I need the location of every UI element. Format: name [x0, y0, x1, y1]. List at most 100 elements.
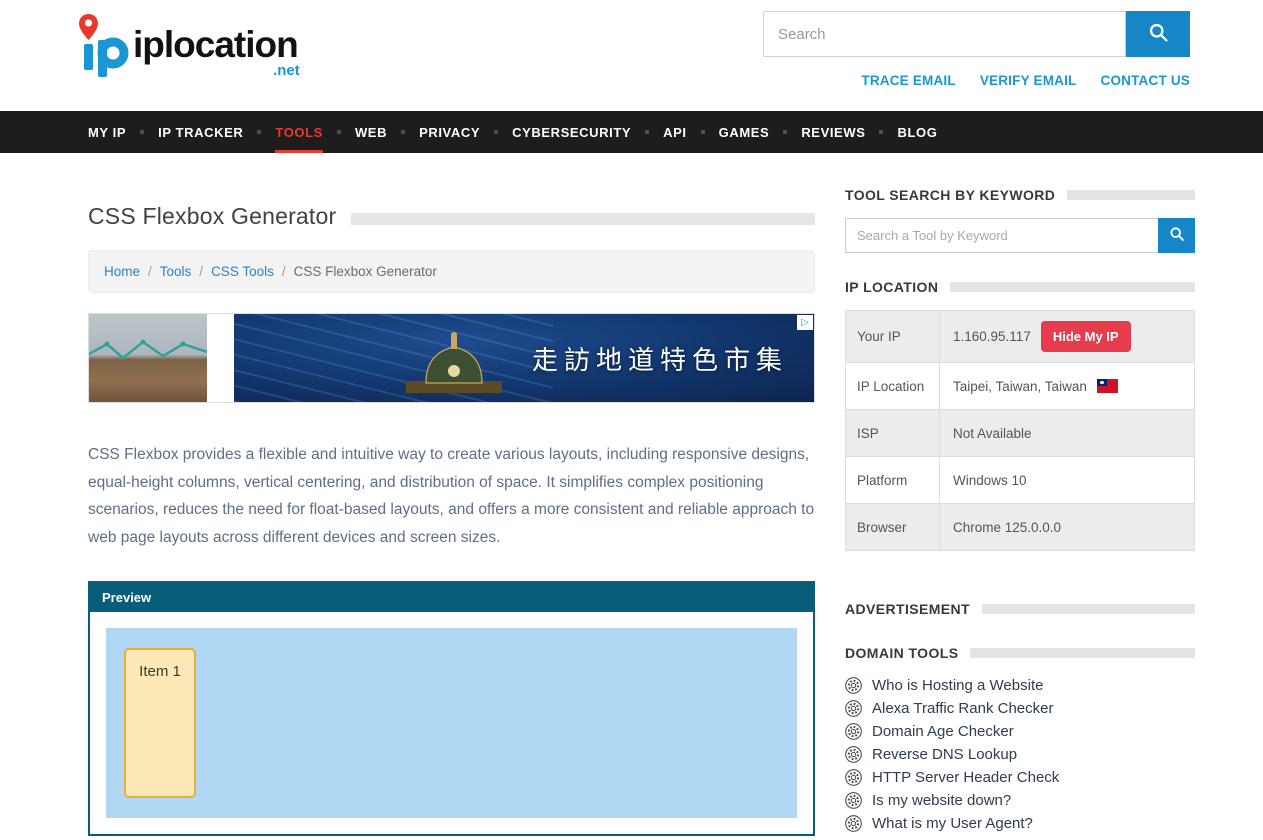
list-item: Alexa Traffic Rank Checker	[845, 700, 1195, 717]
page-description: CSS Flexbox provides a flexible and intu…	[88, 441, 815, 551]
nav-item-ip-tracker[interactable]: IP TRACKER	[158, 111, 243, 153]
search-icon	[1169, 226, 1185, 245]
domain-tool-link[interactable]: Alexa Traffic Rank Checker	[872, 701, 1053, 717]
platform-value: Windows 10	[953, 473, 1027, 488]
logo-pin-icon	[78, 12, 130, 83]
header-links: TRACE EMAIL VERIFY EMAIL CONTACT US	[763, 73, 1190, 88]
gear-icon	[845, 792, 862, 809]
ad-photo	[89, 314, 207, 402]
breadcrumb: Home/Tools/CSS Tools/CSS Flexbox Generat…	[88, 250, 815, 293]
domain-tool-link[interactable]: Who is Hosting a Website	[872, 678, 1043, 694]
site-header: iplocation .net TRACE EMAIL VERIFY EMAIL…	[0, 0, 1263, 111]
nav-item-privacy[interactable]: PRIVACY	[419, 111, 480, 153]
breadcrumb-current: CSS Flexbox Generator	[294, 264, 437, 279]
table-row: Browser Chrome 125.0.0.0	[846, 504, 1194, 550]
table-row: Your IP 1.160.95.117 Hide My IP	[846, 311, 1194, 363]
adchoices-icon[interactable]: ▷	[797, 315, 813, 330]
nav-separator	[701, 130, 705, 134]
site-search-input[interactable]	[763, 11, 1126, 57]
main-column: CSS Flexbox Generator Home / Tools / CSS Too…	[88, 203, 815, 838]
content-area: CSS Flexbox Generator Home / Tools / CSS Too…	[0, 203, 1263, 838]
gear-icon	[845, 769, 862, 786]
ad-creative: 走訪地道特色市集 ▷	[234, 314, 814, 402]
list-item: HTTP Server Header Check	[845, 769, 1195, 786]
nav-separator	[337, 130, 341, 134]
breadcrumb-separator: /	[148, 264, 152, 279]
ip-row-label: Platform	[846, 457, 940, 503]
table-row: IP Location Taipei, Taiwan, Taiwan	[846, 363, 1194, 410]
ad-gap	[207, 314, 234, 402]
gear-icon	[845, 700, 862, 717]
site-logo[interactable]: iplocation .net	[78, 12, 298, 83]
tool-search-button[interactable]	[1158, 218, 1195, 253]
list-item: Is my website down?	[845, 792, 1195, 809]
tool-search-heading: TOOL SEARCH BY KEYWORD	[845, 187, 1055, 203]
site-search-button[interactable]	[1126, 11, 1190, 57]
contact-us-link[interactable]: CONTACT US	[1101, 73, 1191, 88]
nav-separator	[401, 130, 405, 134]
heading-decoration-bar	[970, 648, 1195, 658]
domain-tool-link[interactable]: Is my website down?	[872, 793, 1011, 809]
ip-row-label: Browser	[846, 504, 940, 550]
heading-decoration-bar	[950, 282, 1195, 292]
nav-item-tools[interactable]: TOOLS	[275, 111, 323, 153]
ad-headline: 走訪地道特色市集	[532, 340, 788, 377]
domain-tools-heading: DOMAIN TOOLS	[845, 645, 958, 661]
ip-row-label: IP Location	[846, 363, 940, 409]
nav-item-cybersecurity[interactable]: CYBERSECURITY	[512, 111, 631, 153]
nav-separator	[783, 130, 787, 134]
domain-tool-link[interactable]: What is my User Agent?	[872, 816, 1033, 832]
breadcrumb-home[interactable]: Home	[104, 264, 140, 279]
domain-tool-link[interactable]: Domain Age Checker	[872, 724, 1014, 740]
nav-item-games[interactable]: GAMES	[719, 111, 770, 153]
list-item: Who is Hosting a Website	[845, 677, 1195, 694]
nav-separator	[494, 130, 498, 134]
flex-item-1[interactable]: Item 1	[124, 648, 196, 798]
nav-item-web[interactable]: WEB	[355, 111, 387, 153]
ip-location-value: Taipei, Taiwan, Taiwan	[953, 379, 1087, 394]
table-row: ISP Not Available	[846, 410, 1194, 457]
tool-search-input[interactable]	[845, 218, 1158, 253]
nav-item-blog[interactable]: BLOG	[897, 111, 937, 153]
list-item: Reverse DNS Lookup	[845, 746, 1195, 763]
page-title: CSS Flexbox Generator	[88, 203, 336, 230]
table-row: Platform Windows 10	[846, 457, 1194, 504]
nav-separator	[140, 130, 144, 134]
hide-my-ip-button[interactable]: Hide My IP	[1041, 321, 1131, 352]
header-search-area: TRACE EMAIL VERIFY EMAIL CONTACT US	[763, 11, 1190, 88]
logo-tld: .net	[273, 63, 300, 78]
gear-icon	[845, 746, 862, 763]
heading-decoration-bar	[982, 604, 1195, 614]
nav-separator	[879, 130, 883, 134]
gear-icon	[845, 815, 862, 832]
title-decoration-bar	[351, 213, 815, 225]
domain-tools-list: Who is Hosting a Website Alexa Traffic R…	[845, 677, 1195, 832]
verify-email-link[interactable]: VERIFY EMAIL	[980, 73, 1077, 88]
preview-panel: Preview Item 1	[88, 581, 815, 836]
trace-email-link[interactable]: TRACE EMAIL	[861, 73, 955, 88]
ip-location-table: Your IP 1.160.95.117 Hide My IP IP Locat…	[845, 310, 1195, 551]
domain-tool-link[interactable]: HTTP Server Header Check	[872, 770, 1059, 786]
nav-item-reviews[interactable]: REVIEWS	[801, 111, 865, 153]
domain-tool-link[interactable]: Reverse DNS Lookup	[872, 747, 1017, 763]
your-ip-value: 1.160.95.117	[953, 329, 1031, 344]
list-item: Domain Age Checker	[845, 723, 1195, 740]
search-icon	[1148, 22, 1169, 46]
breadcrumb-tools[interactable]: Tools	[160, 264, 192, 279]
ip-row-label: ISP	[846, 410, 940, 456]
taiwan-flag-icon	[1097, 379, 1118, 393]
ad-banner[interactable]: 走訪地道特色市集 ▷	[88, 313, 815, 403]
tool-search-box	[845, 218, 1195, 253]
sidebar: TOOL SEARCH BY KEYWORD IP LOCATION Your …	[845, 187, 1195, 838]
breadcrumb-css-tools[interactable]: CSS Tools	[211, 264, 274, 279]
gear-icon	[845, 677, 862, 694]
browser-value: Chrome 125.0.0.0	[953, 520, 1061, 535]
nav-separator	[645, 130, 649, 134]
preview-body: Item 1	[90, 612, 813, 834]
nav-item-api[interactable]: API	[663, 111, 686, 153]
isp-value: Not Available	[953, 426, 1032, 441]
nav-item-my-ip[interactable]: MY IP	[88, 111, 126, 153]
heading-decoration-bar	[1067, 190, 1195, 200]
breadcrumb-separator: /	[199, 264, 203, 279]
ip-location-heading: IP LOCATION	[845, 279, 938, 295]
